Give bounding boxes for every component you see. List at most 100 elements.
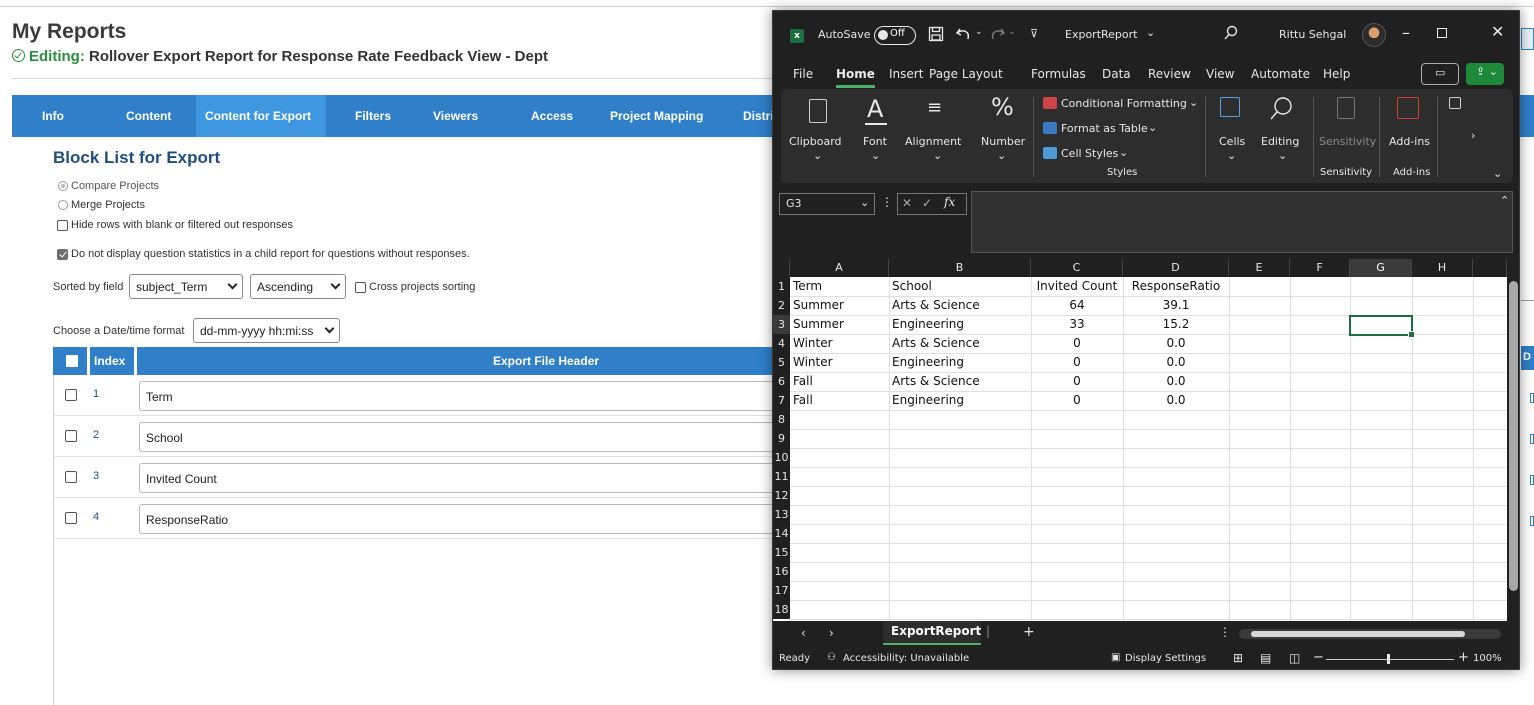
row-link-icon[interactable]	[1530, 393, 1534, 403]
horizontal-scrollbar[interactable]	[1239, 629, 1501, 639]
zoom-slider-thumb[interactable]	[1387, 654, 1390, 664]
tab-viewers[interactable]: Viewers	[413, 95, 510, 137]
column-header-a[interactable]: A	[790, 259, 889, 277]
close-icon[interactable]: ✕	[1491, 22, 1504, 41]
row-checkbox[interactable]	[65, 430, 77, 442]
sort-field-select[interactable]: subject_Term	[129, 274, 243, 299]
tab-review[interactable]: Review	[1148, 67, 1191, 81]
export-header-input[interactable]: Invited Count	[139, 463, 799, 493]
tab-filters[interactable]: Filters	[326, 95, 413, 137]
no-display-option[interactable]: Do not display question statistics in a …	[57, 248, 470, 260]
data-cell[interactable]: Fall	[793, 391, 886, 410]
hide-rows-checkbox[interactable]	[57, 219, 68, 231]
normal-view-icon[interactable]: ⊞	[1233, 651, 1243, 665]
data-cell[interactable]: Winter	[793, 353, 886, 372]
data-cell[interactable]: Arts & Science	[892, 296, 1028, 315]
column-header-b[interactable]: B	[889, 259, 1031, 277]
data-cell[interactable]: 0	[1034, 334, 1120, 353]
number-group[interactable]: % Number ⌄	[979, 89, 1027, 183]
share-button[interactable]: ⇪ ⌄	[1466, 63, 1504, 85]
export-header-input[interactable]: Term	[139, 381, 799, 411]
row-header-7[interactable]: 7	[773, 391, 790, 410]
collapse-ribbon-icon[interactable]: ⌄	[1493, 167, 1502, 180]
sensitivity-button[interactable]: Sensitivity	[1319, 135, 1376, 148]
column-header-e[interactable]: E	[1229, 259, 1290, 277]
row-header-10[interactable]: 10	[773, 448, 790, 467]
data-cell[interactable]: Arts & Science	[892, 372, 1028, 391]
date-format-select[interactable]: dd-mm-yyyy hh:mi:ss	[193, 318, 340, 343]
data-cell[interactable]: Summer	[793, 296, 886, 315]
scroll-thumb[interactable]	[1509, 281, 1518, 591]
data-cell[interactable]: 33	[1034, 315, 1120, 334]
data-cell[interactable]: 0.0	[1126, 372, 1226, 391]
tab-view[interactable]: View	[1206, 67, 1234, 81]
tab-automate[interactable]: Automate	[1251, 67, 1310, 81]
name-box[interactable]: G3 ⌄	[779, 193, 875, 215]
no-display-checkbox[interactable]	[57, 248, 68, 260]
ribbon-overflow[interactable]: ›	[1441, 89, 1481, 183]
worksheet-grid[interactable]: A B C D E F G H 1 2 3 4 5 6 7 8 9 10 11 12 13 14 15 16 17 18 Term S…	[773, 259, 1507, 623]
row-checkbox[interactable]	[65, 471, 77, 483]
chevron-up-icon[interactable]: ⌃	[1500, 194, 1509, 207]
column-header-h[interactable]: H	[1412, 259, 1473, 277]
search-icon[interactable]	[1223, 25, 1239, 41]
cross-sort-option[interactable]: Cross projects sorting	[355, 281, 475, 293]
data-cell[interactable]: 0.0	[1126, 353, 1226, 372]
tab-content-for-export[interactable]: Content for Export	[196, 95, 326, 137]
cells-group[interactable]: Cells ⌄	[1211, 89, 1251, 183]
column-header-c[interactable]: C	[1031, 259, 1123, 277]
column-header-g[interactable]: G	[1350, 259, 1412, 277]
page-layout-view-icon[interactable]: ▤	[1260, 651, 1271, 665]
cell-styles-button[interactable]: Cell Styles	[1061, 147, 1118, 160]
minimize-icon[interactable]: –	[1402, 23, 1410, 42]
row-header-4[interactable]: 4	[773, 334, 790, 353]
enter-icon[interactable]: ✓	[922, 196, 932, 210]
cancel-icon[interactable]: ✕	[902, 196, 912, 210]
next-sheet-icon[interactable]: ›	[829, 626, 834, 640]
row-header-15[interactable]: 15	[773, 543, 790, 562]
data-cell[interactable]: Summer	[793, 315, 886, 334]
zoom-in-icon[interactable]: +	[1458, 650, 1469, 665]
row-header-13[interactable]: 13	[773, 505, 790, 524]
tab-page-layout[interactable]: Page Layout	[929, 67, 1003, 81]
export-header-input[interactable]: ResponseRatio	[139, 504, 799, 534]
data-cell[interactable]: 15.2	[1126, 315, 1226, 334]
cross-sort-checkbox[interactable]	[355, 281, 366, 293]
merge-projects-option[interactable]: Merge Projects	[58, 199, 145, 211]
file-name[interactable]: ExportReport	[1065, 28, 1137, 41]
data-cell[interactable]: Engineering	[892, 391, 1028, 410]
chevron-right-icon[interactable]: ›	[1471, 129, 1475, 142]
data-cell[interactable]: 64	[1034, 296, 1120, 315]
formula-input[interactable]: ⌃	[971, 191, 1513, 253]
tab-file[interactable]: File	[793, 67, 813, 81]
chevron-down-icon[interactable]: ⌄	[1146, 26, 1155, 39]
page-break-view-icon[interactable]: ◫	[1289, 651, 1300, 665]
row-header-3[interactable]: 3	[773, 315, 790, 334]
row-header-16[interactable]: 16	[773, 562, 790, 581]
hide-rows-option[interactable]: Hide rows with blank or filtered out res…	[57, 219, 293, 231]
zoom-level[interactable]: 100%	[1473, 653, 1502, 664]
data-cell[interactable]: Engineering	[892, 315, 1028, 334]
row-header-12[interactable]: 12	[773, 486, 790, 505]
tab-help[interactable]: Help	[1323, 67, 1350, 81]
row-link-icon[interactable]	[1530, 434, 1534, 444]
data-cell[interactable]: 0	[1034, 353, 1120, 372]
active-cell-selection[interactable]	[1349, 315, 1415, 338]
data-cell[interactable]: 39.1	[1126, 296, 1226, 315]
comments-button[interactable]: ▭	[1421, 63, 1459, 85]
row-header-1[interactable]: 1	[773, 277, 790, 296]
select-all-checkbox[interactable]	[66, 355, 78, 367]
row-checkbox[interactable]	[65, 512, 77, 524]
data-cell[interactable]: 0	[1034, 372, 1120, 391]
autosave-toggle[interactable]: Off	[874, 26, 916, 45]
clipboard-group[interactable]: Clipboard ⌄	[785, 89, 849, 183]
row-header-18[interactable]: 18	[773, 600, 790, 619]
data-cell[interactable]: 0	[1034, 391, 1120, 410]
addins-group[interactable]: Add-ins Add-ins	[1383, 89, 1435, 183]
data-cell[interactable]: Engineering	[892, 353, 1028, 372]
row-header-5[interactable]: 5	[773, 353, 790, 372]
maximize-icon[interactable]	[1437, 28, 1447, 38]
user-name[interactable]: Rittu Sehgal	[1279, 28, 1346, 41]
header-cell[interactable]: ResponseRatio	[1126, 277, 1226, 296]
save-icon[interactable]	[928, 26, 944, 42]
